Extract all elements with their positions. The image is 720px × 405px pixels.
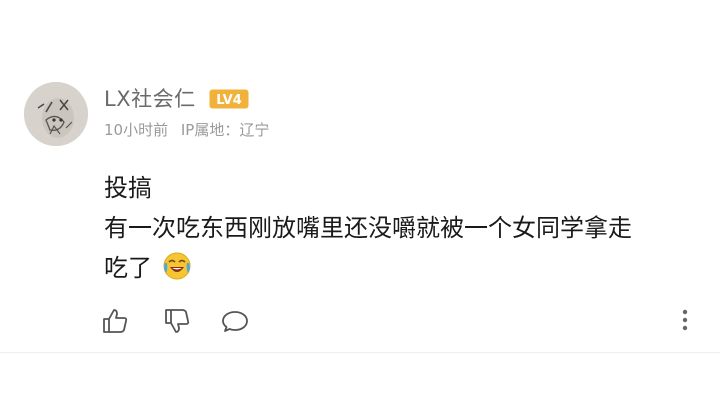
level-badge-label: LV4 xyxy=(216,93,242,108)
laughing-crying-emoji-icon xyxy=(163,252,191,280)
comment-content: 投搞 有一次吃东西刚放嘴里还没嚼就被一个女同学拿走 吃了 xyxy=(104,168,704,288)
level-badge-icon: LV4 xyxy=(209,89,249,109)
page: LX社会仁 LV4 10小时前 IP属地：辽宁 投搞 有一次吃东西刚放嘴里还没嚼… xyxy=(0,0,720,405)
comment-bubble-icon[interactable] xyxy=(220,306,250,336)
comment-meta: 10小时前 IP属地：辽宁 xyxy=(104,120,269,140)
comment-card: LX社会仁 LV4 10小时前 IP属地：辽宁 投搞 有一次吃东西刚放嘴里还没嚼… xyxy=(0,0,720,352)
content-line-3-wrap: 吃了 xyxy=(104,248,704,288)
content-line-1: 投搞 xyxy=(104,174,152,202)
vertical-dots-icon[interactable] xyxy=(674,306,696,334)
avatar-image xyxy=(24,82,88,146)
avatar[interactable] xyxy=(24,82,88,146)
thumbs-up-icon[interactable] xyxy=(100,306,130,336)
next-comment-area xyxy=(0,353,720,405)
thumbs-down-icon[interactable] xyxy=(162,306,192,336)
ip-location: IP属地：辽宁 xyxy=(180,121,270,139)
username[interactable]: LX社会仁 xyxy=(104,86,196,112)
content-line-3: 吃了 xyxy=(104,254,152,282)
comment-time: 10小时前 xyxy=(104,121,169,139)
content-line-2: 有一次吃东西刚放嘴里还没嚼就被一个女同学拿走 xyxy=(104,214,632,242)
